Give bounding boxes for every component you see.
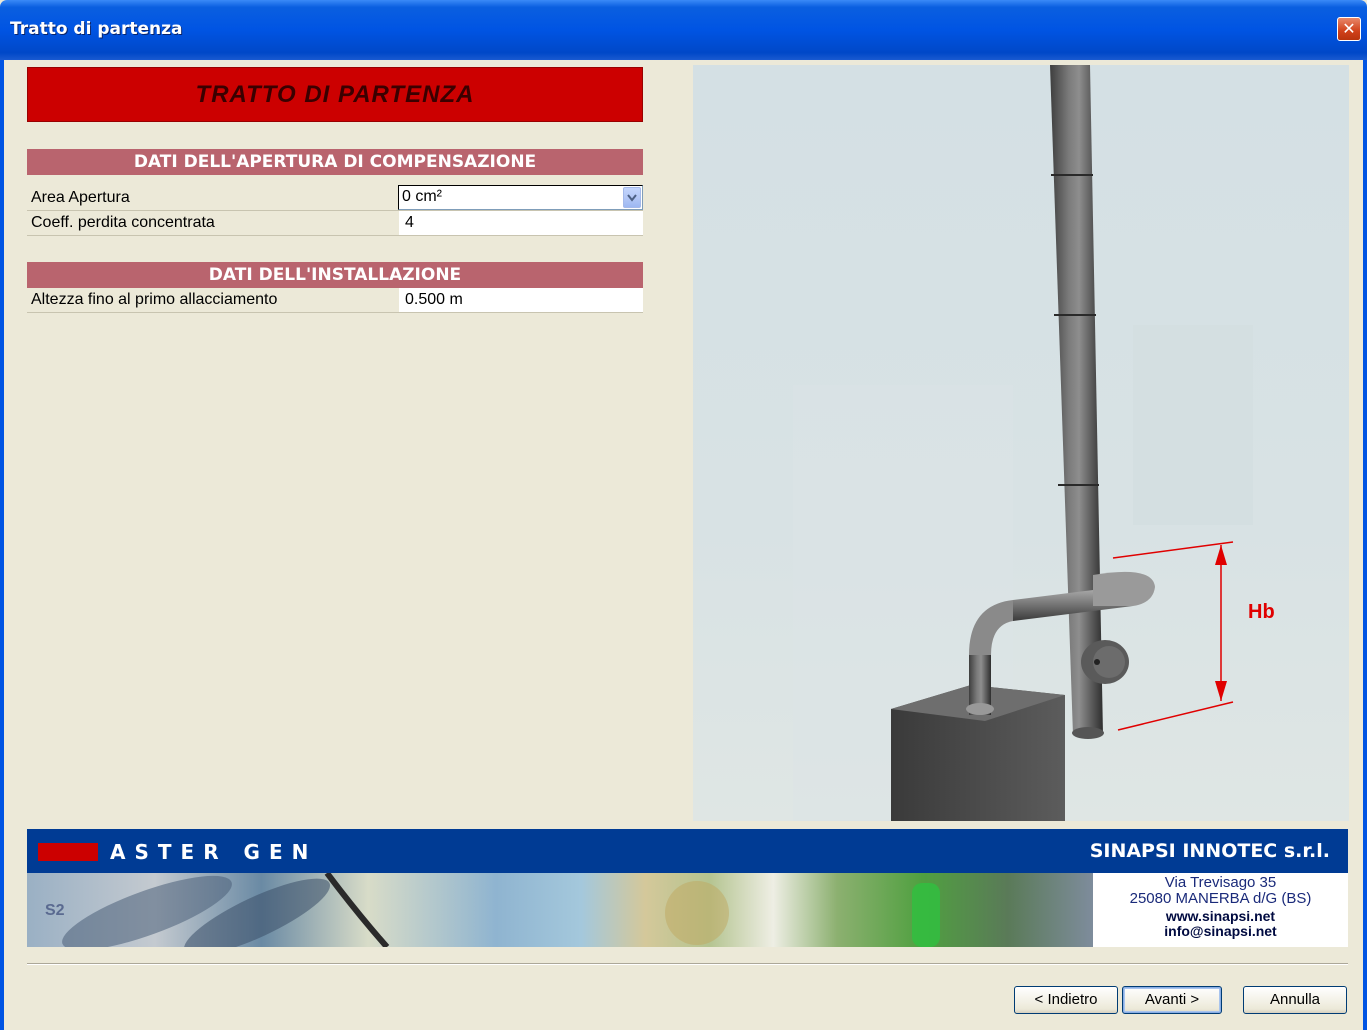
email-link[interactable]: info@sinapsi.net — [1093, 923, 1348, 939]
area-apertura-value: 0 cm² — [402, 188, 442, 205]
address-city: 25080 MANERBA d/G (BS) — [1129, 890, 1312, 907]
website-link[interactable]: www.sinapsi.net — [1093, 908, 1348, 924]
company-address: Via Trevisago 35 25080 MANERBA d/G (BS) … — [1093, 873, 1348, 947]
altezza-field[interactable]: 0.500 m — [399, 288, 643, 312]
window-title: Tratto di partenza — [10, 19, 183, 39]
row-altezza: Altezza fino al primo allacciamento 0.50… — [27, 288, 643, 313]
title-bar[interactable]: Tratto di partenza ✕ — [0, 0, 1367, 60]
window-frame-right — [1363, 60, 1367, 1030]
row-area-apertura: Area Apertura 0 cm² — [27, 185, 643, 211]
close-button[interactable]: ✕ — [1337, 17, 1361, 41]
installation-diagram: Hb — [693, 65, 1349, 821]
area-apertura-label: Area Apertura — [31, 189, 130, 206]
next-button[interactable]: Avanti > — [1122, 986, 1222, 1014]
page-title-banner: TRATTO DI PARTENZA — [27, 67, 643, 122]
altezza-label: Altezza fino al primo allacciamento — [31, 291, 278, 308]
footer-header: ASTER GEN SINAPSI INNOTEC s.r.l. — [27, 829, 1348, 873]
product-name: ASTER GEN — [110, 840, 318, 864]
area-apertura-select[interactable]: 0 cm² — [398, 185, 643, 210]
row-coeff-perdita: Coeff. perdita concentrata 4 — [27, 211, 643, 236]
footer-image-collage: S2 — [27, 871, 1093, 956]
address-street: Via Trevisago 35 — [1164, 874, 1277, 891]
chevron-down-icon[interactable] — [623, 187, 641, 208]
page-title: TRATTO DI PARTENZA — [195, 80, 475, 108]
cancel-button[interactable]: Annulla — [1243, 986, 1347, 1014]
window-frame-left — [0, 60, 4, 1030]
coeff-perdita-label: Coeff. perdita concentrata — [31, 214, 215, 231]
brand-color-block — [38, 843, 98, 861]
collage-text: S2 — [45, 902, 65, 919]
coeff-perdita-field[interactable]: 4 — [399, 211, 643, 235]
company-name: SINAPSI INNOTEC s.r.l. — [1089, 840, 1330, 862]
footer-separator — [27, 963, 1348, 965]
footer-banner: ASTER GEN SINAPSI INNOTEC s.r.l. S2 Via … — [27, 829, 1348, 956]
collage-decoration: S2 — [45, 871, 940, 956]
dimension-label-hb: Hb — [1248, 601, 1275, 623]
close-icon: ✕ — [1342, 19, 1356, 38]
section-header-compensation: DATI DELL'APERTURA DI COMPENSAZIONE — [27, 149, 643, 175]
back-button[interactable]: < Indietro — [1014, 986, 1118, 1014]
chimney-illustration: Hb — [793, 65, 1275, 821]
section-header-installation: DATI DELL'INSTALLAZIONE — [27, 262, 643, 288]
